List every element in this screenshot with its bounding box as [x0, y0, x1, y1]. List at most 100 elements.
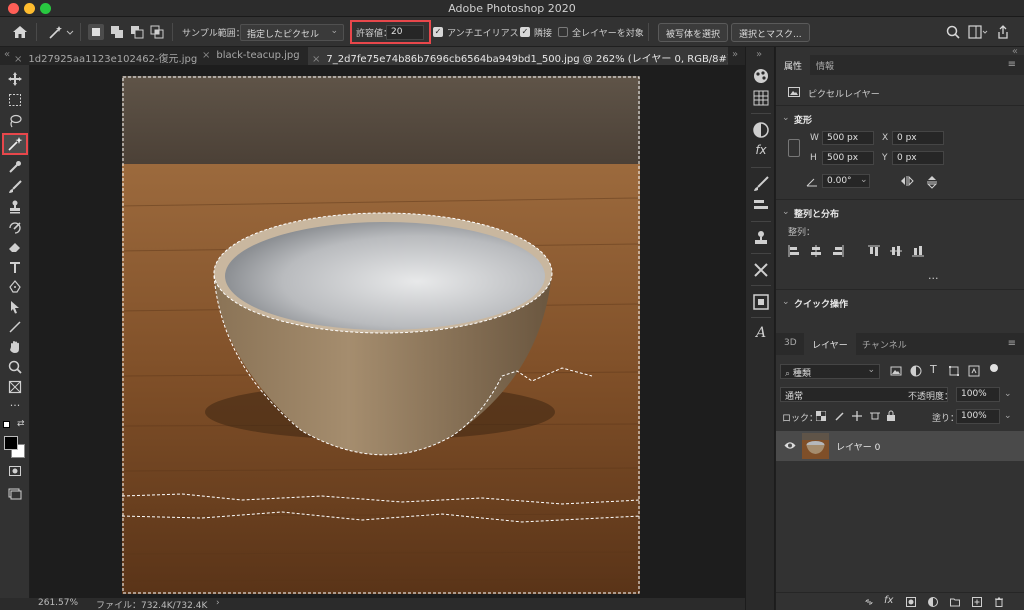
y-input[interactable]: 0 px	[892, 151, 944, 165]
intersect-selection-button[interactable]	[150, 17, 164, 47]
line-tool[interactable]	[4, 319, 26, 337]
type-tool[interactable]	[4, 259, 26, 277]
workspace-button[interactable]	[968, 17, 988, 47]
more-tools[interactable]: ···	[4, 399, 26, 417]
chevron-down-icon[interactable]: ⌄	[782, 297, 790, 307]
align-top-icon[interactable]	[868, 245, 880, 257]
share-button[interactable]	[996, 17, 1010, 47]
tab-doc-1[interactable]: × 1d27925aa1123e102462-復元.jpg	[14, 47, 200, 65]
filter-type-icon[interactable]: T	[930, 363, 937, 376]
color-panel-icon[interactable]	[752, 67, 770, 85]
align-center-v-icon[interactable]	[890, 245, 902, 257]
stamp-tool[interactable]	[4, 199, 26, 217]
new-layer-icon[interactable]	[972, 597, 982, 607]
chevron-down-icon[interactable]: ⌄	[1004, 389, 1012, 399]
x-input[interactable]: 0 px	[892, 131, 944, 145]
lock-position-icon[interactable]	[852, 411, 862, 421]
link-layers-icon[interactable]	[864, 597, 874, 607]
layer-row[interactable]: レイヤー 0	[776, 431, 1024, 461]
tab-layers[interactable]: レイヤー	[804, 333, 856, 355]
teacup-photo[interactable]	[122, 76, 640, 594]
tabs-overflow-right-icon[interactable]: »	[732, 49, 738, 60]
filter-toggle-icon[interactable]	[990, 364, 998, 372]
layer-filter-dropdown[interactable]: ⌕ 種類 ⌄	[780, 364, 880, 379]
glyphs-panel-icon[interactable]: A	[752, 325, 770, 343]
close-tab-icon[interactable]: ×	[312, 54, 320, 65]
new-selection-button[interactable]	[88, 17, 104, 47]
pen-tool[interactable]	[4, 279, 26, 297]
chevron-down-icon[interactable]: ⌄	[782, 207, 790, 217]
filter-smart-object-icon[interactable]	[968, 365, 980, 377]
tab-channels[interactable]: チャンネル	[854, 333, 915, 355]
align-bottom-icon[interactable]	[912, 245, 924, 257]
eye-icon[interactable]	[784, 441, 796, 450]
add-mask-icon[interactable]	[906, 597, 916, 607]
hand-tool[interactable]	[4, 339, 26, 357]
all-layers-checkbox[interactable]: 全レイヤーを対象	[558, 17, 644, 47]
tool-presets-icon[interactable]	[752, 261, 770, 279]
dock-collapse-icon[interactable]: »	[756, 49, 762, 60]
more-options-icon[interactable]: ...	[928, 269, 939, 282]
marquee-tool[interactable]	[4, 92, 26, 110]
align-center-h-icon[interactable]	[810, 245, 822, 257]
home-button[interactable]	[12, 17, 28, 47]
new-group-icon[interactable]	[950, 597, 960, 607]
filter-adjustment-icon[interactable]	[910, 365, 922, 377]
filter-pixel-icon[interactable]	[890, 365, 902, 377]
default-colors-icon[interactable]	[3, 421, 10, 428]
anti-alias-checkbox[interactable]: ✓ アンチエイリアス	[433, 17, 519, 47]
filter-shape-icon[interactable]	[948, 365, 960, 377]
tab-doc-2[interactable]: × black-teacup.jpg	[202, 47, 306, 65]
move-tool[interactable]	[4, 71, 26, 89]
width-input[interactable]: 500 px	[822, 131, 874, 145]
flip-vertical-icon[interactable]	[926, 175, 938, 189]
brush-settings-icon[interactable]	[752, 175, 770, 193]
document-canvas[interactable]	[30, 65, 745, 600]
swatches-panel-icon[interactable]	[752, 89, 770, 107]
tab-doc-3[interactable]: × 7_2d7fe75e74b86b7696cb6564ba949bd1_500.…	[308, 47, 728, 65]
chevron-down-icon[interactable]: ⌄	[1004, 411, 1012, 421]
align-right-icon[interactable]	[832, 245, 844, 257]
lock-transparency-icon[interactable]	[816, 411, 826, 421]
lock-pixels-icon[interactable]	[834, 411, 844, 421]
eraser-tool[interactable]	[4, 239, 26, 257]
history-brush-tool[interactable]	[4, 219, 26, 237]
lock-artboard-icon[interactable]	[870, 411, 880, 421]
flip-horizontal-icon[interactable]	[900, 175, 914, 187]
select-subject-button[interactable]: 被写体を選択	[658, 23, 729, 42]
zoom-level[interactable]: 261.57%	[38, 598, 78, 608]
panel-menu-icon[interactable]: ≡	[1008, 59, 1016, 70]
navigator-panel-icon[interactable]	[752, 293, 770, 311]
status-expand-icon[interactable]: ›	[216, 598, 220, 608]
file-size[interactable]: ファイル：732.4K/732.4K	[96, 598, 207, 610]
magic-wand-tool[interactable]	[2, 133, 28, 155]
align-left-icon[interactable]	[788, 245, 800, 257]
sample-size-dropdown[interactable]: 指定したピクセル ⌄	[240, 24, 344, 41]
tabs-overflow-left-icon[interactable]: «	[4, 49, 10, 60]
screen-mode-button[interactable]	[4, 485, 26, 503]
close-tab-icon[interactable]: ×	[14, 54, 22, 65]
contiguous-checkbox[interactable]: ✓ 隣接	[520, 17, 552, 47]
new-adjustment-icon[interactable]	[928, 597, 938, 607]
tolerance-input[interactable]: 20	[386, 25, 424, 40]
styles-panel-icon[interactable]: fx	[752, 143, 770, 161]
close-tab-icon[interactable]: ×	[202, 50, 210, 61]
eyedropper-tool[interactable]	[4, 159, 26, 177]
chevron-down-icon[interactable]: ⌄	[860, 175, 868, 185]
foreground-color-swatch[interactable]	[4, 436, 18, 450]
path-selection-tool[interactable]	[4, 299, 26, 317]
subtract-from-selection-button[interactable]	[130, 17, 144, 47]
opacity-input[interactable]: 100%	[956, 387, 1000, 402]
height-input[interactable]: 500 px	[822, 151, 874, 165]
tab-3d[interactable]: 3D	[776, 333, 805, 355]
chevron-down-icon[interactable]: ⌄	[782, 113, 790, 123]
clone-source-icon[interactable]	[752, 229, 770, 247]
tab-info[interactable]: 情報	[808, 55, 842, 75]
fx-icon[interactable]: fx	[884, 595, 893, 606]
frame-tool[interactable]	[4, 379, 26, 397]
panel-menu-icon[interactable]: ≡	[1008, 338, 1016, 349]
brushes-panel-icon[interactable]	[752, 197, 770, 215]
brush-tool[interactable]	[4, 179, 26, 197]
tab-properties[interactable]: 属性	[776, 55, 811, 75]
lock-all-icon[interactable]	[886, 410, 896, 421]
